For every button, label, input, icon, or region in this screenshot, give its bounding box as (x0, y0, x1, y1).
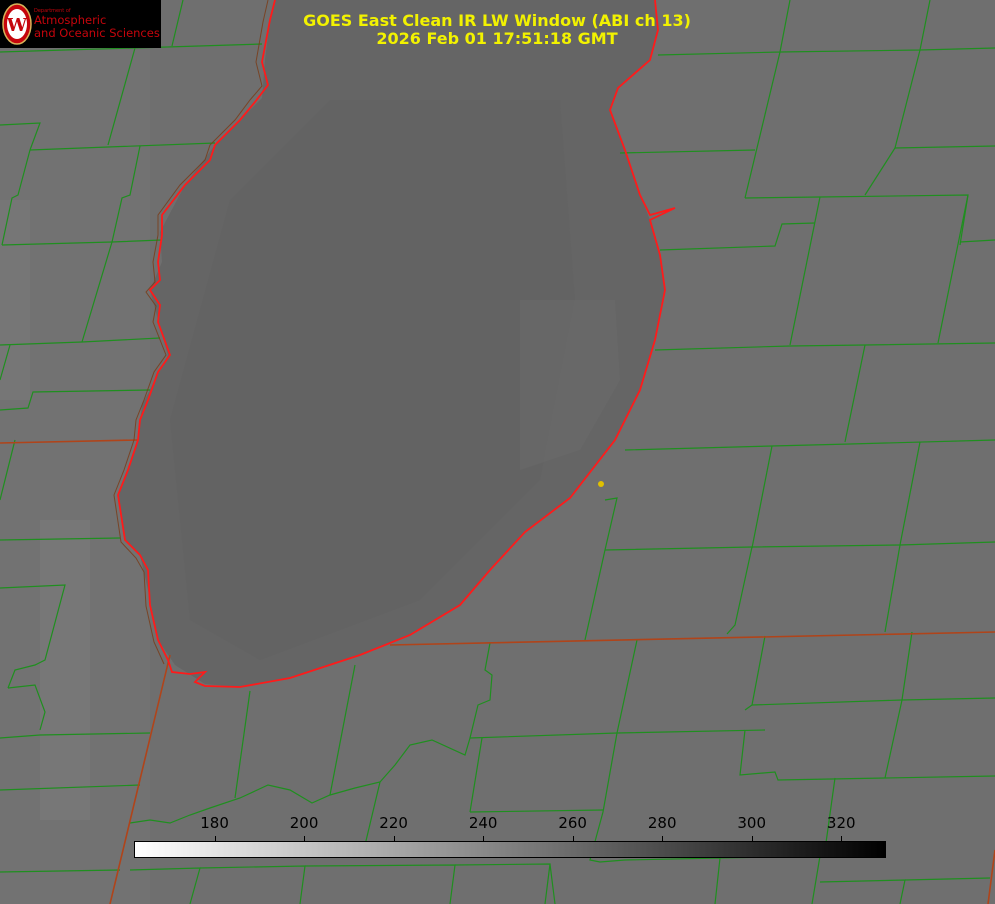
seal-letter: W (6, 15, 28, 36)
colorbar-tick-label: 200 (289, 814, 319, 832)
colorbar-tick (572, 836, 574, 842)
colorbar-tick (393, 836, 395, 842)
colorbar-tick (751, 836, 753, 842)
colorbar-tick (214, 836, 216, 842)
colorbar-tick-label: 220 (379, 814, 408, 832)
colorbar-tick-label: 280 (647, 814, 677, 832)
land-texture (0, 200, 30, 400)
uw-aos-logo: W Department of Atmospheric and Oceanic … (0, 0, 161, 48)
colorbar (134, 841, 886, 858)
colorbar-tick-label: 180 (200, 814, 229, 832)
uw-crest-icon: W (2, 3, 32, 45)
colorbar-tick-label: 320 (826, 814, 856, 832)
logo-line-2: and Oceanic Sciences (34, 26, 160, 40)
colorbar-tick-label: 300 (737, 814, 767, 832)
station-marker (598, 481, 604, 487)
map-canvas (0, 0, 995, 904)
colorbar-tick-label: 260 (558, 814, 587, 832)
colorbar-tick-label: 240 (468, 814, 498, 832)
colorbar-tick (304, 836, 306, 842)
colorbar-tick (662, 836, 664, 842)
title-line-1: GOES East Clean IR LW Window (ABI ch 13) (303, 11, 691, 30)
title-line-2: 2026 Feb 01 17:51:18 GMT (376, 29, 618, 48)
colorbar-tick (483, 836, 485, 842)
land-texture (40, 520, 90, 820)
satellite-image-view: GOES East Clean IR LW Window (ABI ch 13)… (0, 0, 995, 904)
colorbar-tick (841, 836, 843, 842)
